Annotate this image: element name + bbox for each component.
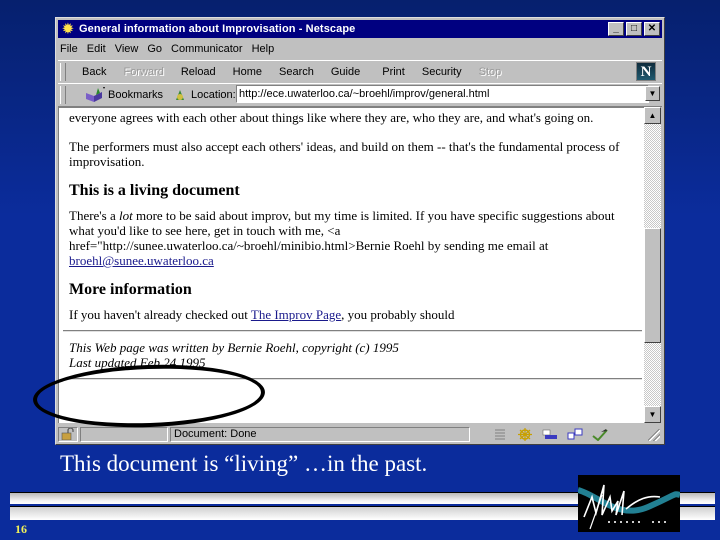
company-logo bbox=[578, 475, 680, 532]
improv-page-link[interactable]: The Improv Page bbox=[251, 307, 341, 322]
slide-caption: This document is “living” …in the past. bbox=[60, 451, 428, 476]
vertical-scrollbar[interactable]: ▲ ▼ bbox=[644, 107, 661, 423]
security-status[interactable] bbox=[58, 426, 78, 442]
menu-communicator[interactable]: Communicator bbox=[171, 43, 243, 55]
netscape-app-icon: ✹ bbox=[62, 21, 74, 36]
footer-author: This Web page was written by Bernie Roeh… bbox=[69, 340, 399, 355]
print-button[interactable]: Print bbox=[382, 66, 405, 78]
status-text: Document: Done bbox=[170, 426, 470, 442]
navigation-toolbar: Back Forward Reload Home Search Guide Pr… bbox=[58, 60, 662, 84]
menu-edit[interactable]: Edit bbox=[87, 43, 106, 55]
email-link[interactable]: broehl@sunee.uwaterloo.ca bbox=[69, 253, 214, 268]
bookmarks-button[interactable]: Bookmarks bbox=[108, 89, 163, 101]
emphasis-lot: lot bbox=[118, 208, 133, 223]
reload-button[interactable]: Reload bbox=[181, 66, 216, 78]
close-button[interactable]: ✕ bbox=[644, 22, 660, 36]
home-button[interactable]: Home bbox=[233, 66, 262, 78]
location-icon bbox=[176, 90, 185, 100]
composer-icon[interactable] bbox=[592, 428, 608, 441]
mailbox-icon[interactable] bbox=[542, 428, 558, 441]
url-input[interactable]: http://ece.uwaterloo.ca/~broehl/improv/g… bbox=[236, 85, 649, 103]
menu-go[interactable]: Go bbox=[147, 43, 162, 55]
forward-button[interactable]: Forward bbox=[123, 66, 163, 78]
title-bar[interactable]: ✹ General information about Improvisatio… bbox=[58, 20, 662, 38]
paragraph-improv-page: If you haven't already checked out The I… bbox=[69, 307, 455, 322]
menu-help[interactable]: Help bbox=[252, 43, 275, 55]
divider-top bbox=[63, 330, 642, 332]
navigator-icon[interactable] bbox=[517, 427, 533, 441]
component-bar-grip-icon[interactable] bbox=[492, 428, 508, 441]
menu-file[interactable]: File bbox=[60, 43, 78, 55]
status-bar: Document: Done bbox=[58, 425, 662, 443]
menu-bar: File Edit View Go Communicator Help bbox=[60, 40, 283, 58]
menu-view[interactable]: View bbox=[115, 43, 139, 55]
unlocked-padlock-icon bbox=[61, 428, 74, 440]
minimize-button[interactable]: _ bbox=[608, 22, 624, 36]
toolbar-grip[interactable] bbox=[60, 63, 66, 81]
back-button[interactable]: Back bbox=[82, 66, 106, 78]
scroll-down-button[interactable]: ▼ bbox=[644, 406, 661, 423]
location-grip[interactable] bbox=[60, 86, 66, 104]
location-label: Location: bbox=[191, 89, 236, 101]
scrollbar-thumb[interactable] bbox=[644, 227, 661, 343]
heading-living-document: This is a living document bbox=[69, 182, 240, 199]
paragraph-accept-ideas: The performers must also accept each oth… bbox=[69, 139, 620, 169]
search-button[interactable]: Search bbox=[279, 66, 314, 78]
paragraph-suggestions: There's a lot more to be said about impr… bbox=[69, 208, 615, 268]
heading-more-information: More information bbox=[69, 281, 192, 298]
resize-grip[interactable] bbox=[648, 429, 660, 441]
netscape-logo-icon[interactable]: N bbox=[636, 62, 656, 81]
slide-page-number: 16 bbox=[15, 522, 27, 536]
security-button[interactable]: Security bbox=[422, 66, 462, 78]
bookmarks-icon bbox=[86, 87, 105, 102]
scroll-up-button[interactable]: ▲ bbox=[644, 107, 661, 124]
url-dropdown-button[interactable]: ▼ bbox=[645, 86, 660, 101]
guide-button[interactable]: Guide bbox=[331, 66, 360, 78]
window-title: General information about Improvisation … bbox=[79, 23, 356, 35]
progress-bar bbox=[80, 426, 168, 442]
discussion-groups-icon[interactable] bbox=[567, 428, 583, 441]
location-toolbar: Bookmarks Location: http://ece.uwaterloo… bbox=[58, 83, 662, 107]
signature-logo-icon bbox=[578, 484, 680, 530]
paragraph-agreement: everyone agrees with each other about th… bbox=[69, 110, 594, 125]
stop-button[interactable]: Stop bbox=[479, 66, 502, 78]
maximize-button[interactable]: □ bbox=[626, 22, 642, 36]
